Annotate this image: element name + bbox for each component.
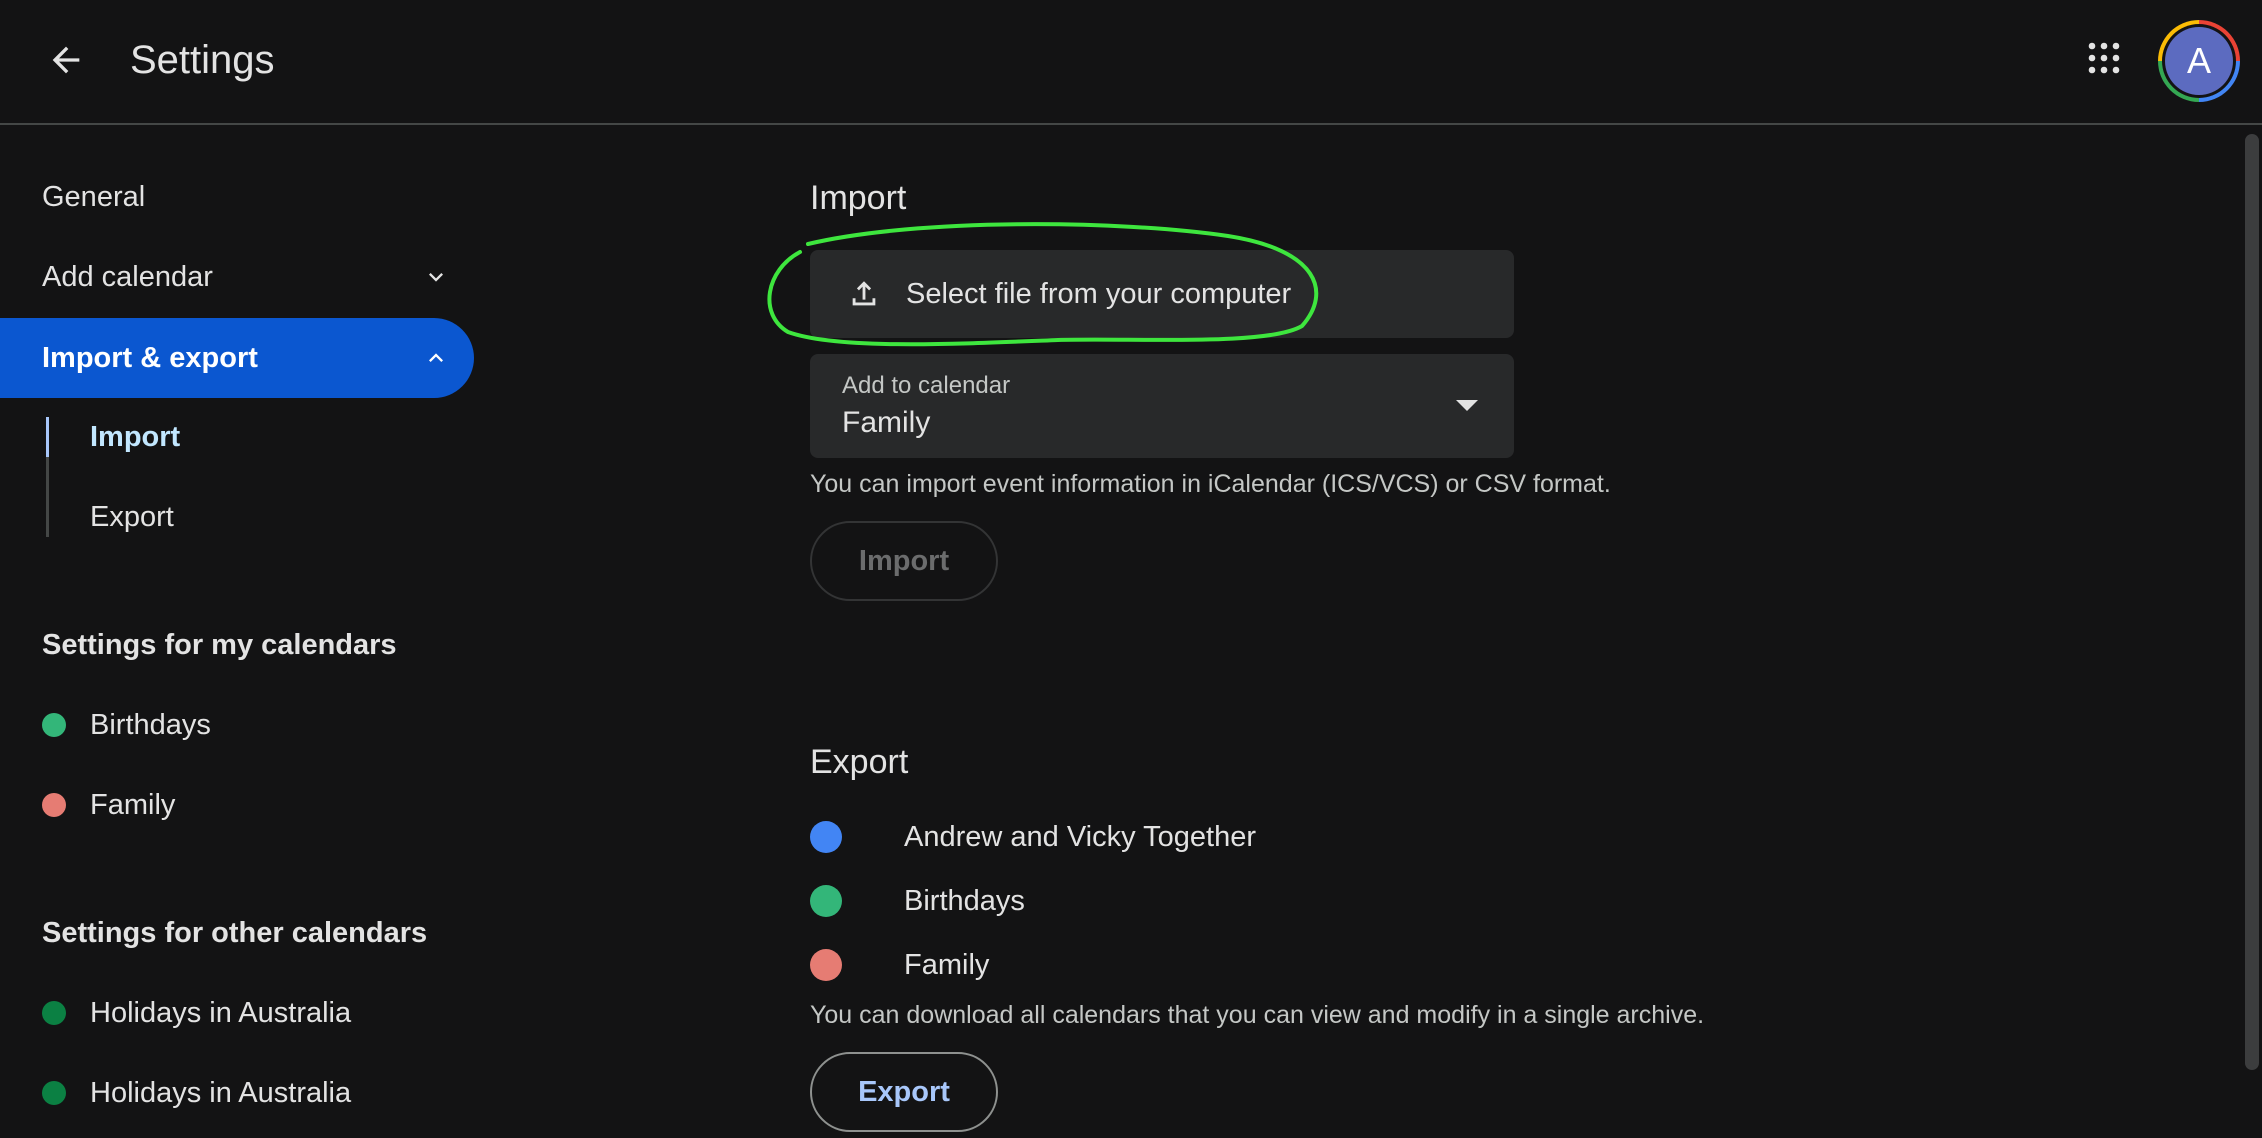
calendar-label: Family bbox=[90, 788, 176, 821]
dropdown-arrow-icon bbox=[1456, 400, 1478, 411]
calendar-color-dot bbox=[42, 793, 66, 817]
calendar-color-dot bbox=[42, 713, 66, 737]
export-helper-text: You can download all calendars that you … bbox=[810, 1001, 1705, 1029]
chevron-up-icon bbox=[420, 342, 452, 374]
sidebar-calendar-birthdays[interactable]: Birthdays bbox=[42, 705, 211, 745]
active-indicator bbox=[46, 417, 49, 457]
sidebar-item-label: General bbox=[42, 180, 146, 213]
my-calendars-heading: Settings for my calendars bbox=[42, 629, 397, 661]
import-button[interactable]: Import bbox=[810, 521, 998, 601]
import-heading: Import bbox=[810, 179, 907, 217]
sidebar-item-import-export[interactable]: Import & export bbox=[0, 318, 474, 398]
calendar-color-dot bbox=[810, 949, 842, 981]
account-avatar-button[interactable]: A bbox=[2158, 20, 2240, 102]
sidebar-subitem-export[interactable]: Export bbox=[90, 497, 174, 537]
calendar-label: Holidays in Australia bbox=[90, 996, 352, 1029]
export-calendar-andrew-vicky: Andrew and Vicky Together bbox=[810, 817, 1256, 857]
other-calendars-heading: Settings for other calendars bbox=[42, 917, 428, 949]
calendar-label: Birthdays bbox=[90, 708, 211, 741]
sidebar-subitem-import[interactable]: Import bbox=[90, 417, 180, 457]
add-to-calendar-select[interactable]: Add to calendar Family bbox=[810, 354, 1514, 458]
select-file-button[interactable]: Select file from your computer bbox=[810, 250, 1514, 338]
calendar-color-dot bbox=[810, 821, 842, 853]
sub-nav-line bbox=[46, 457, 49, 537]
chevron-down-icon bbox=[420, 261, 452, 293]
sidebar-item-label: Add calendar bbox=[42, 260, 213, 293]
export-calendar-family: Family bbox=[810, 945, 989, 985]
sidebar-calendar-family[interactable]: Family bbox=[42, 785, 175, 825]
sidebar-item-add-calendar[interactable]: Add calendar bbox=[0, 237, 474, 317]
page-title: Settings bbox=[130, 38, 275, 82]
import-helper-text: You can import event information in iCal… bbox=[810, 470, 1611, 498]
sidebar-calendar-holidays-1[interactable]: Holidays in Australia bbox=[42, 993, 351, 1033]
app-header: Settings A bbox=[0, 0, 2262, 125]
arrow-back-icon bbox=[52, 46, 80, 74]
avatar: A bbox=[2165, 27, 2233, 95]
settings-sidebar: General Add calendar Import & export Imp… bbox=[0, 127, 480, 1138]
google-apps-button[interactable] bbox=[2078, 32, 2130, 84]
calendar-color-dot bbox=[42, 1001, 66, 1025]
export-calendar-birthdays: Birthdays bbox=[810, 881, 1025, 921]
scrollbar[interactable] bbox=[2245, 134, 2259, 1070]
sidebar-item-general[interactable]: General bbox=[0, 157, 474, 237]
calendar-color-dot bbox=[810, 885, 842, 917]
export-heading: Export bbox=[810, 743, 909, 781]
sidebar-calendar-holidays-2[interactable]: Holidays in Australia bbox=[42, 1073, 351, 1113]
calendar-label: Holidays in Australia bbox=[90, 1076, 352, 1109]
export-button[interactable]: Export bbox=[810, 1052, 998, 1132]
calendar-color-dot bbox=[42, 1081, 66, 1105]
add-to-calendar-label: Add to calendar bbox=[842, 372, 1011, 399]
calendar-label: Birthdays bbox=[904, 884, 1025, 917]
upload-icon bbox=[844, 274, 884, 314]
add-to-calendar-value: Family bbox=[842, 406, 931, 439]
sidebar-item-label: Import & export bbox=[42, 341, 258, 374]
select-file-label: Select file from your computer bbox=[906, 277, 1292, 310]
calendar-label: Family bbox=[904, 948, 990, 981]
apps-grid-icon bbox=[2088, 42, 2120, 74]
back-button[interactable] bbox=[36, 30, 96, 90]
calendar-label: Andrew and Vicky Together bbox=[904, 820, 1256, 853]
